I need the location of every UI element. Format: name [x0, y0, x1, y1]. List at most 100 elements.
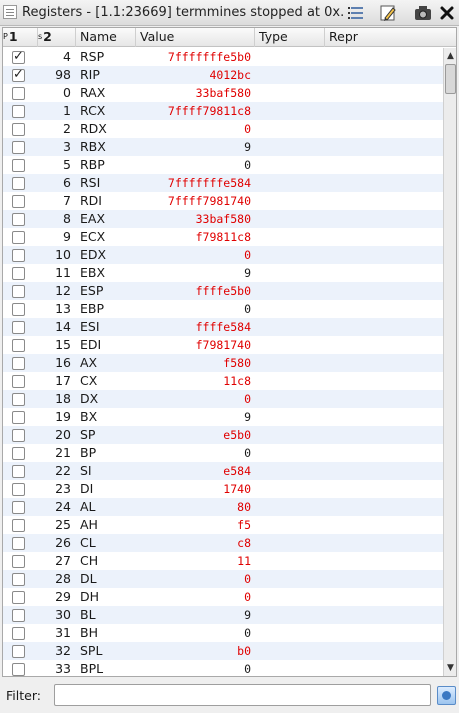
column-header-value[interactable]: Value — [136, 28, 255, 47]
register-value[interactable]: 33baf580 — [139, 84, 251, 102]
column-header-type[interactable]: Type — [255, 28, 325, 47]
register-value[interactable]: 7ffff79811c8 — [139, 102, 251, 120]
edit-pencil-icon[interactable] — [378, 3, 398, 23]
scroll-up-arrow-icon[interactable]: ▲ — [445, 50, 456, 62]
track-checkbox[interactable] — [12, 411, 25, 424]
register-row[interactable]: 5 RBP 0 — [3, 156, 443, 174]
register-row[interactable]: 7 RDI 7ffff7981740 — [3, 192, 443, 210]
register-row[interactable]: 27 CH 11 — [3, 552, 443, 570]
track-checkbox[interactable] — [12, 321, 25, 334]
track-checkbox[interactable] — [12, 195, 25, 208]
register-row[interactable]: 10 EDX 0 — [3, 246, 443, 264]
track-checkbox[interactable] — [12, 231, 25, 244]
register-value[interactable]: 0 — [139, 570, 251, 588]
register-row[interactable]: 0 RAX 33baf580 — [3, 84, 443, 102]
register-row[interactable]: 30 BL 9 — [3, 606, 443, 624]
register-row[interactable]: 15 EDI f7981740 — [3, 336, 443, 354]
register-value[interactable]: 0 — [139, 156, 251, 174]
scrollbar-thumb[interactable] — [445, 64, 456, 94]
register-row[interactable]: 25 AH f5 — [3, 516, 443, 534]
track-checkbox[interactable] — [12, 123, 25, 136]
track-checkbox[interactable] — [12, 249, 25, 262]
filter-input[interactable] — [54, 684, 431, 706]
register-value[interactable]: f7981740 — [139, 336, 251, 354]
register-row[interactable]: 9 ECX f79811c8 — [3, 228, 443, 246]
register-row[interactable]: 29 DH 0 — [3, 588, 443, 606]
register-row[interactable]: 98 RIP 4012bc — [3, 66, 443, 84]
register-value[interactable]: 9 — [139, 264, 251, 282]
column-header-name[interactable]: Name — [76, 28, 136, 47]
column-list-icon[interactable] — [346, 3, 366, 23]
track-checkbox[interactable] — [12, 627, 25, 640]
register-value[interactable]: 0 — [139, 300, 251, 318]
track-checkbox[interactable] — [12, 519, 25, 532]
track-checkbox[interactable] — [12, 213, 25, 226]
register-row[interactable]: 22 SI e584 — [3, 462, 443, 480]
register-value[interactable]: 7fffffffe584 — [139, 174, 251, 192]
track-checkbox[interactable] — [12, 339, 25, 352]
track-checkbox[interactable] — [12, 285, 25, 298]
register-value[interactable]: 0 — [139, 660, 251, 676]
register-row[interactable]: 3 RBX 9 — [3, 138, 443, 156]
register-row[interactable]: 13 EBP 0 — [3, 300, 443, 318]
track-checkbox[interactable] — [12, 609, 25, 622]
register-row[interactable]: 8 EAX 33baf580 — [3, 210, 443, 228]
column-header-repr[interactable]: Repr — [325, 28, 456, 47]
register-value[interactable]: f5 — [139, 516, 251, 534]
register-row[interactable]: 23 DI 1740 — [3, 480, 443, 498]
register-value[interactable]: 11c8 — [139, 372, 251, 390]
register-value[interactable]: f79811c8 — [139, 228, 251, 246]
register-row[interactable]: 16 AX f580 — [3, 354, 443, 372]
window-menu-icon[interactable] — [3, 5, 17, 19]
register-row[interactable]: 33 BPL 0 — [3, 660, 443, 676]
track-checkbox[interactable] — [12, 87, 25, 100]
track-checkbox[interactable] — [12, 501, 25, 514]
register-value[interactable]: 1740 — [139, 480, 251, 498]
register-row[interactable]: 14 ESI ffffe584 — [3, 318, 443, 336]
register-row[interactable]: 6 RSI 7fffffffe584 — [3, 174, 443, 192]
register-row[interactable]: 18 DX 0 — [3, 390, 443, 408]
track-checkbox[interactable] — [12, 447, 25, 460]
track-checkbox[interactable] — [12, 573, 25, 586]
track-checkbox[interactable] — [12, 49, 25, 64]
track-checkbox[interactable] — [12, 177, 25, 190]
register-value[interactable]: 0 — [139, 246, 251, 264]
track-checkbox[interactable] — [12, 483, 25, 496]
register-value[interactable]: 11 — [139, 552, 251, 570]
register-value[interactable]: 7ffff7981740 — [139, 192, 251, 210]
track-checkbox[interactable] — [12, 267, 25, 280]
register-row[interactable]: 20 SP e5b0 — [3, 426, 443, 444]
register-row[interactable]: 4 RSP 7fffffffe5b0 — [3, 48, 443, 66]
track-checkbox[interactable] — [12, 537, 25, 550]
track-checkbox[interactable] — [12, 141, 25, 154]
snapshot-camera-icon[interactable] — [413, 3, 433, 23]
track-checkbox[interactable] — [12, 591, 25, 604]
register-value[interactable]: b0 — [139, 642, 251, 660]
register-value[interactable]: 0 — [139, 120, 251, 138]
register-row[interactable]: 28 DL 0 — [3, 570, 443, 588]
register-value[interactable]: 7fffffffe5b0 — [139, 48, 251, 66]
register-value[interactable]: ffffe584 — [139, 318, 251, 336]
track-checkbox[interactable] — [12, 663, 25, 676]
register-value[interactable]: 0 — [139, 624, 251, 642]
vertical-scrollbar[interactable]: ▲ ▼ — [443, 48, 456, 676]
track-checkbox[interactable] — [12, 357, 25, 370]
register-value[interactable]: c8 — [139, 534, 251, 552]
track-checkbox[interactable] — [12, 555, 25, 568]
register-row[interactable]: 32 SPL b0 — [3, 642, 443, 660]
register-value[interactable]: 0 — [139, 444, 251, 462]
track-checkbox[interactable] — [12, 429, 25, 442]
track-checkbox[interactable] — [12, 465, 25, 478]
register-row[interactable]: 2 RDX 0 — [3, 120, 443, 138]
track-checkbox[interactable] — [12, 105, 25, 118]
register-row[interactable]: 31 BH 0 — [3, 624, 443, 642]
register-row[interactable]: 17 CX 11c8 — [3, 372, 443, 390]
register-value[interactable]: 9 — [139, 606, 251, 624]
register-row[interactable]: 26 CL c8 — [3, 534, 443, 552]
register-value[interactable]: 4012bc — [139, 66, 251, 84]
register-value[interactable]: e584 — [139, 462, 251, 480]
register-value[interactable]: 33baf580 — [139, 210, 251, 228]
register-value[interactable]: 0 — [139, 390, 251, 408]
register-row[interactable]: 19 BX 9 — [3, 408, 443, 426]
track-checkbox[interactable] — [12, 159, 25, 172]
